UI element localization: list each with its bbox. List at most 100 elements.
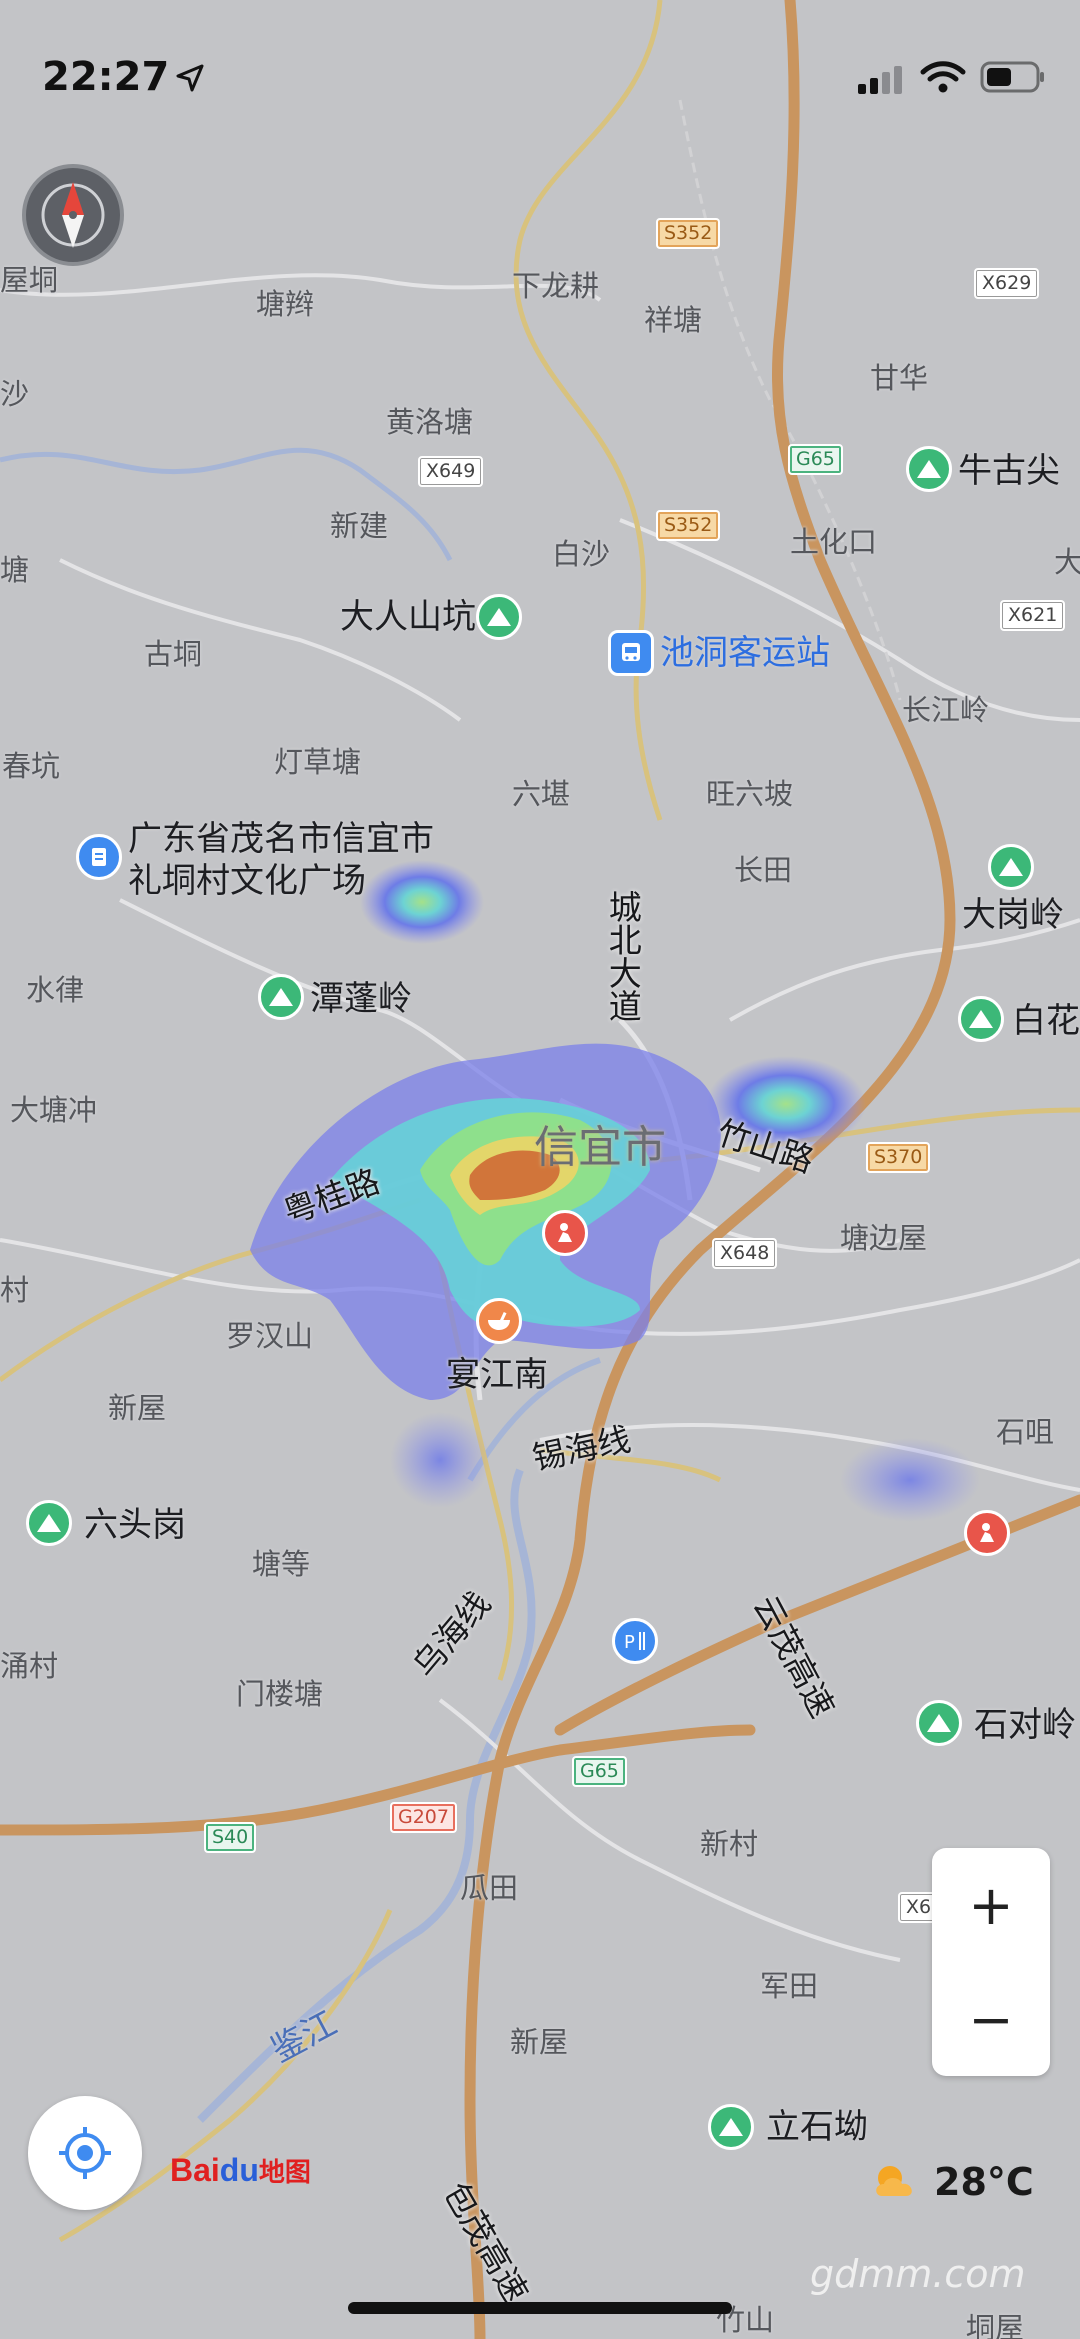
road-label: 城北大道 (603, 890, 643, 1022)
watermark: gdmm.com (810, 2252, 1026, 2296)
road-shield: S370 (866, 1142, 931, 1173)
temperature: 28°C (934, 2160, 1034, 2204)
baidu-map-logo: Baidu地图 (170, 2152, 311, 2189)
place-label: 白沙 (552, 537, 611, 571)
bus-station-icon[interactable] (608, 630, 654, 676)
place-label: 土化口 (790, 525, 878, 559)
signal-icon (858, 66, 902, 94)
place-label: 屋垌 (0, 263, 59, 297)
place-label: 新屋 (510, 2025, 569, 2059)
road-shield: G207 (390, 1802, 457, 1833)
place-label: 沙 (0, 377, 30, 411)
place-label: 村 (0, 1273, 30, 1307)
place-label: 塘边屋 (840, 1221, 928, 1255)
place-label: 古垌 (144, 637, 203, 671)
road-shield: G65 (788, 444, 843, 475)
poi-label[interactable]: 立石坳 (766, 2110, 868, 2144)
place-label: 新村 (700, 1827, 759, 1861)
place-label: 涌村 (0, 1649, 59, 1683)
place-label: 塘辫 (256, 287, 315, 321)
place-label: 下龙耕 (512, 269, 600, 303)
construction-icon[interactable] (964, 1510, 1010, 1556)
mountain-poi-icon[interactable] (258, 974, 304, 1020)
zoom-in-button[interactable]: + (932, 1848, 1050, 1962)
heat-zone (390, 1412, 490, 1508)
place-label: 水律 (26, 973, 85, 1007)
poi-label[interactable]: 六头岗 (84, 1508, 186, 1542)
battery-icon (980, 61, 1044, 93)
location-arrow-icon (176, 64, 204, 92)
partly-cloudy-icon (876, 2166, 912, 2196)
place-label: 长江岭 (902, 693, 990, 727)
poi-label[interactable]: 池洞客运站 (660, 636, 830, 670)
place-label: 石咀 (996, 1415, 1055, 1449)
mountain-poi-icon[interactable] (476, 594, 522, 640)
place-label: 新建 (330, 509, 389, 543)
heat-zone (360, 860, 484, 944)
construction-icon[interactable] (542, 1210, 588, 1256)
poi-label[interactable]: 石对岭 (974, 1708, 1076, 1742)
place-label: 军田 (760, 1969, 819, 2003)
place-label: 大塘冲 (10, 1093, 98, 1127)
map-screen: { "status": { "time": "22:27" }, "colors… (0, 0, 1080, 2339)
locate-icon (59, 2127, 111, 2179)
place-label: 塘等 (252, 1547, 311, 1581)
poi-label[interactable]: 大人山坑 (340, 600, 476, 634)
weather-widget[interactable]: 28°C (868, 2160, 1034, 2204)
poi-label[interactable]: 广东省茂名市信宜市 (128, 822, 434, 856)
mountain-poi-icon[interactable] (958, 996, 1004, 1042)
zoom-out-button[interactable]: − (932, 1962, 1050, 2076)
road-shield: S352 (656, 218, 721, 249)
place-label: 甘华 (870, 361, 929, 395)
mountain-poi-icon[interactable] (708, 2104, 754, 2150)
restaurant-icon[interactable] (476, 1298, 522, 1344)
poi-label[interactable]: 白花 (1012, 1004, 1080, 1038)
place-label: 塘 (0, 553, 30, 587)
heat-zone (840, 1438, 980, 1522)
mountain-poi-icon[interactable] (906, 446, 952, 492)
road-shield: X629 (974, 268, 1040, 299)
logo-paw: du (219, 2152, 259, 2188)
compass-icon (41, 182, 105, 248)
locate-me-button[interactable] (28, 2096, 142, 2210)
svg-text:P: P (624, 1632, 635, 1653)
poi-label[interactable]: 大岗岭 (962, 898, 1064, 932)
home-indicator[interactable] (348, 2302, 732, 2314)
logo-ditu: 地图 (258, 2157, 311, 2187)
poi-label[interactable]: 礼垌村文化广场 (128, 864, 366, 898)
place-label: 新屋 (108, 1391, 167, 1425)
road-shield: X649 (418, 456, 484, 487)
place-label: 长田 (734, 853, 793, 887)
river (0, 447, 453, 562)
place-label: 祥塘 (644, 303, 703, 337)
poi-label[interactable]: 潭蓬岭 (310, 982, 412, 1016)
culture-square-icon[interactable] (76, 834, 122, 880)
poi-label[interactable]: 牛古尖 (958, 454, 1060, 488)
place-label: 旺六坡 (706, 777, 794, 811)
mountain-poi-icon[interactable] (988, 844, 1034, 890)
compass-button[interactable] (22, 164, 124, 266)
road-s40 (0, 1724, 756, 1836)
mountain-poi-icon[interactable] (916, 1700, 962, 1746)
road-shield: S352 (656, 510, 721, 541)
city-label: 信宜市 (534, 1122, 666, 1173)
logo-text: Bai (170, 2152, 220, 2188)
place-label: 六堪 (512, 777, 571, 811)
mountain-poi-icon[interactable] (26, 1500, 72, 1546)
wifi-icon (920, 61, 966, 93)
road-shield: X621 (1000, 600, 1066, 631)
road-shield: G65 (572, 1756, 627, 1787)
road-shield: X648 (712, 1238, 778, 1269)
place-label: 灯草塘 (274, 745, 362, 779)
place-label: 门楼塘 (236, 1677, 324, 1711)
clock: 22:27 (42, 54, 170, 100)
place-label: 黄洛塘 (386, 405, 474, 439)
zoom-control: + − (932, 1848, 1050, 2076)
place-label: 瓜田 (460, 1871, 519, 1905)
place-label: 宴江南 (446, 1355, 548, 1395)
road-shield: S40 (204, 1822, 257, 1853)
place-label: 罗汉山 (226, 1319, 314, 1353)
place-label: 春坑 (2, 749, 61, 783)
status-bar: 22:27 (0, 0, 1080, 130)
service-area-icon[interactable]: P (612, 1618, 658, 1664)
